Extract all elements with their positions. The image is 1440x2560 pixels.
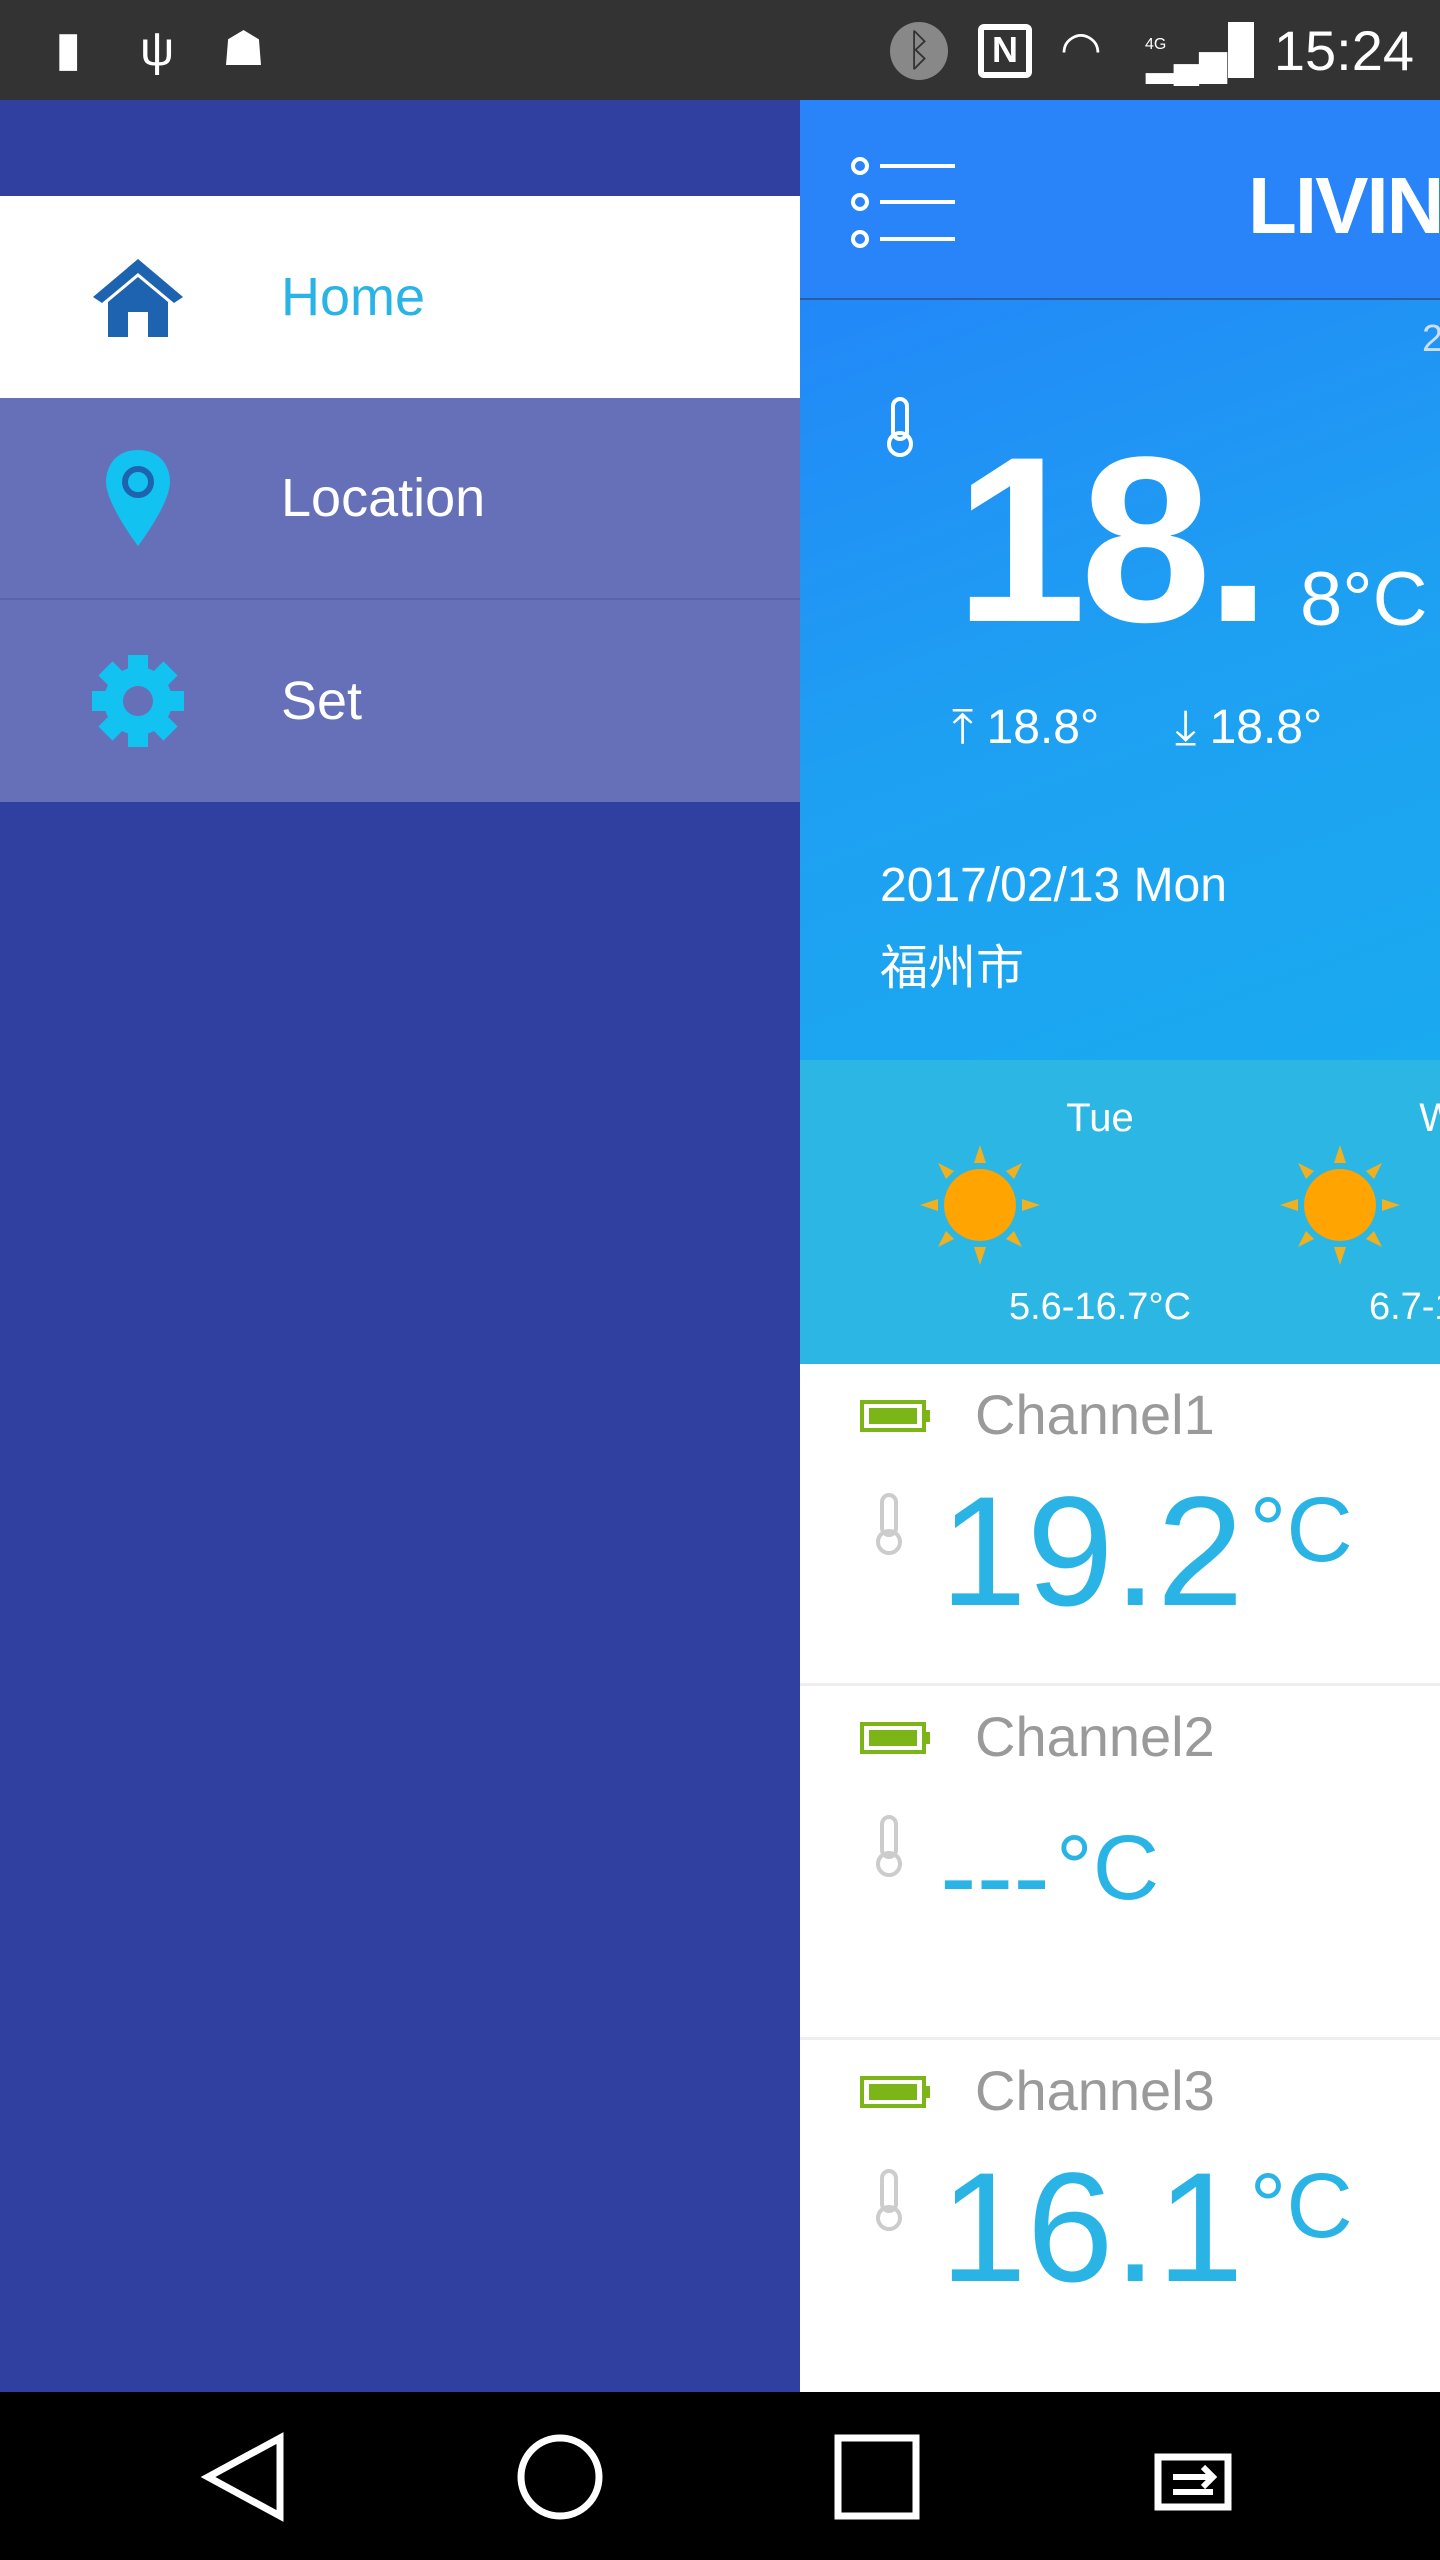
switch-app-icon[interactable]: [1148, 2432, 1238, 2522]
channel-card[interactable]: Channel2 ---°C: [800, 1686, 1440, 2040]
arrow-up-icon: ⤒: [952, 701, 974, 754]
usb-icon: ψ: [140, 23, 175, 76]
recents-icon[interactable]: [832, 2432, 922, 2522]
drawer-item-location[interactable]: Location: [0, 398, 800, 600]
thermometer-icon: [876, 2169, 902, 2231]
channel-temp-value: ---: [940, 1815, 1050, 1938]
channel-name: Channel2: [975, 1705, 1215, 1768]
drawer-item-label: Home: [281, 267, 426, 327]
low-temp: ⤓ 18.8°: [1175, 700, 1322, 756]
forecast-range: 6.7-18.3°C: [1368, 1286, 1440, 1328]
channel-temp-value: 19.2: [940, 1465, 1244, 1639]
channel-temp: ---°C: [940, 1822, 1159, 1932]
current-weather: 2 18. 8°C ⤒ 18.8° ⤓ 18.8° 2017/02/13 Mon…: [800, 300, 1440, 1060]
date: 2017/02/13 Mon: [880, 859, 1227, 912]
forecast: Tue 5.6-16.7°C Wed 6.7-18.3°C: [800, 1060, 1440, 1364]
high-temp: ⤒ 18.8°: [952, 700, 1099, 756]
high-temp-value: 18.8°: [986, 701, 1100, 754]
current-temp-decimal: 8°C: [1300, 557, 1428, 642]
current-temp-integer: 18.: [955, 408, 1271, 672]
forecast-day-label: Wed: [1419, 1096, 1440, 1140]
city: 福州市: [880, 942, 1025, 995]
status-bar: ▮ ψ ☗ ᛒ N ◠ 4G ▂▄▆ 15:24: [0, 0, 1440, 100]
channel-name: Channel3: [975, 2059, 1215, 2122]
gear-icon: [92, 655, 184, 747]
clock: 15:24: [1273, 19, 1414, 82]
sun-icon: [920, 1145, 1040, 1265]
channel-card[interactable]: Channel1 19.2°C: [800, 1364, 1440, 1686]
drawer-item-label: Set: [281, 671, 363, 731]
channel-temp-value: 16.1: [940, 2141, 1244, 2315]
channel-temp-unit: °C: [1055, 1817, 1160, 1919]
channel-temp-unit: °C: [1249, 2155, 1353, 2257]
back-icon[interactable]: [200, 2432, 290, 2522]
signal-icon: ▂▄▆: [1146, 42, 1227, 83]
toolbar: LIVIN: [800, 100, 1440, 300]
location-pin-icon: [106, 450, 170, 546]
battery-usb-icon: ▮: [55, 23, 82, 76]
arrow-down-icon: ⤓: [1175, 701, 1197, 754]
home-icon: [93, 259, 183, 337]
partial-text: 2: [1422, 318, 1440, 360]
channel-card[interactable]: Channel3 16.1°C: [800, 2040, 1440, 2392]
android-debug-icon: ☗: [222, 23, 266, 76]
home-nav-icon[interactable]: [515, 2432, 605, 2522]
thermometer-icon: [876, 1493, 902, 1555]
navigation-drawer: Home Location Set: [0, 100, 800, 2392]
battery-charging-icon: [1228, 22, 1254, 78]
drawer-item-label: Location: [281, 468, 486, 528]
channel-temp-unit: °C: [1249, 1479, 1353, 1581]
channel-temp: 16.1°C: [940, 2150, 1353, 2306]
forecast-day-label: Tue: [1066, 1096, 1134, 1140]
channel-temp: 19.2°C: [940, 1474, 1353, 1630]
main-content: LIVIN 2 18. 8°C ⤒ 18.8° ⤓ 18.8° 2017/02/…: [800, 100, 1440, 2392]
battery-icon: [860, 1400, 930, 1432]
low-temp-value: 18.8°: [1209, 701, 1323, 754]
thermometer-icon: [876, 1815, 902, 1877]
menu-list-icon[interactable]: [850, 155, 955, 250]
thermometer-icon: [887, 397, 913, 457]
channel-name: Channel1: [975, 1383, 1215, 1446]
app-title: LIVIN: [1248, 161, 1440, 250]
sun-icon: [1280, 1145, 1400, 1265]
forecast-range: 5.6-16.7°C: [1008, 1286, 1192, 1328]
battery-icon: [860, 1722, 930, 1754]
wifi-icon: ◠: [1060, 23, 1102, 76]
navigation-bar: [0, 2392, 1440, 2560]
drawer-item-set[interactable]: Set: [0, 600, 800, 802]
nfc-icon: N: [978, 24, 1032, 78]
bluetooth-icon: ᛒ: [890, 22, 948, 80]
battery-icon: [860, 2076, 930, 2108]
drawer-item-home[interactable]: Home: [0, 196, 800, 398]
